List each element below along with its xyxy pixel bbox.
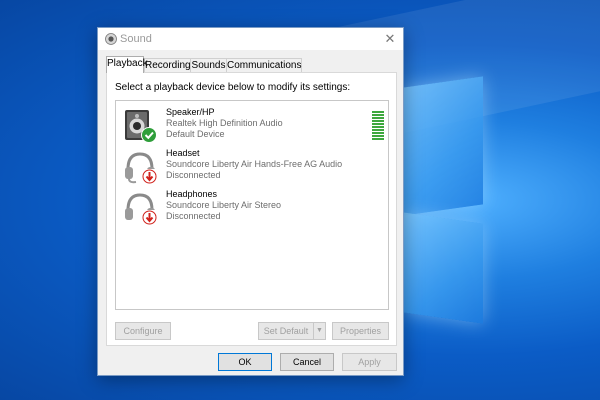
set-default-label: Set Default	[263, 326, 309, 336]
device-name: Headset	[166, 148, 200, 158]
level-segment	[372, 123, 384, 125]
title-bar[interactable]: Sound ✕	[98, 28, 403, 50]
device-speaker-hp[interactable]: Speaker/HP Realtek High Definition Audio…	[116, 105, 386, 145]
device-text: Headset Soundcore Liberty Air Hands-Free…	[166, 148, 342, 181]
level-segment	[372, 129, 384, 131]
device-driver: Realtek High Definition Audio	[166, 118, 283, 128]
volume-level-meter	[372, 111, 384, 140]
windows-logo-pane	[403, 76, 483, 216]
device-status: Disconnected	[166, 170, 221, 180]
device-status: Disconnected	[166, 211, 221, 221]
headset-icon	[125, 152, 157, 184]
ok-button[interactable]: OK	[218, 353, 272, 371]
window-title: Sound	[120, 33, 152, 45]
device-headphones[interactable]: Headphones Soundcore Liberty Air Stereo …	[116, 187, 386, 227]
tab-sounds[interactable]: Sounds	[190, 58, 227, 73]
tab-communications[interactable]: Communications	[226, 58, 302, 73]
device-driver: Soundcore Liberty Air Stereo	[166, 200, 282, 210]
device-text: Headphones Soundcore Liberty Air Stereo …	[166, 189, 281, 222]
level-segment	[372, 117, 384, 119]
device-name: Speaker/HP	[166, 107, 215, 117]
cancel-button[interactable]: Cancel	[280, 353, 334, 371]
level-segment	[372, 126, 384, 128]
speaker-icon	[125, 110, 157, 143]
level-segment	[372, 114, 384, 116]
instruction-text: Select a playback device below to modify…	[115, 82, 351, 93]
level-segment	[372, 120, 384, 122]
windows-logo-pane	[403, 212, 483, 324]
set-default-button[interactable]: Set Default ▼	[258, 322, 326, 340]
headphones-icon	[125, 193, 157, 225]
tab-playback[interactable]: Playback	[106, 56, 148, 73]
level-segment	[372, 138, 384, 140]
level-segment	[372, 135, 384, 137]
chevron-down-icon[interactable]: ▼	[313, 323, 325, 339]
level-segment	[372, 111, 384, 113]
properties-button[interactable]: Properties	[332, 322, 389, 340]
sound-dialog: Sound ✕ Playback Recording Sounds Commun…	[97, 27, 404, 376]
close-button[interactable]: ✕	[381, 30, 399, 48]
configure-button[interactable]: Configure	[115, 322, 171, 340]
device-status: Default Device	[166, 129, 225, 139]
apply-button[interactable]: Apply	[342, 353, 397, 371]
device-list[interactable]: Speaker/HP Realtek High Definition Audio…	[115, 100, 389, 310]
playback-panel: Select a playback device below to modify…	[106, 72, 397, 346]
default-check-icon	[141, 127, 157, 143]
device-headset[interactable]: Headset Soundcore Liberty Air Hands-Free…	[116, 146, 386, 186]
device-text: Speaker/HP Realtek High Definition Audio…	[166, 107, 283, 140]
level-segment	[372, 132, 384, 134]
device-name: Headphones	[166, 189, 218, 199]
device-driver: Soundcore Liberty Air Hands-Free AG Audi…	[166, 159, 343, 169]
tab-recording[interactable]: Recording	[144, 58, 191, 73]
speaker-app-icon	[105, 33, 117, 45]
